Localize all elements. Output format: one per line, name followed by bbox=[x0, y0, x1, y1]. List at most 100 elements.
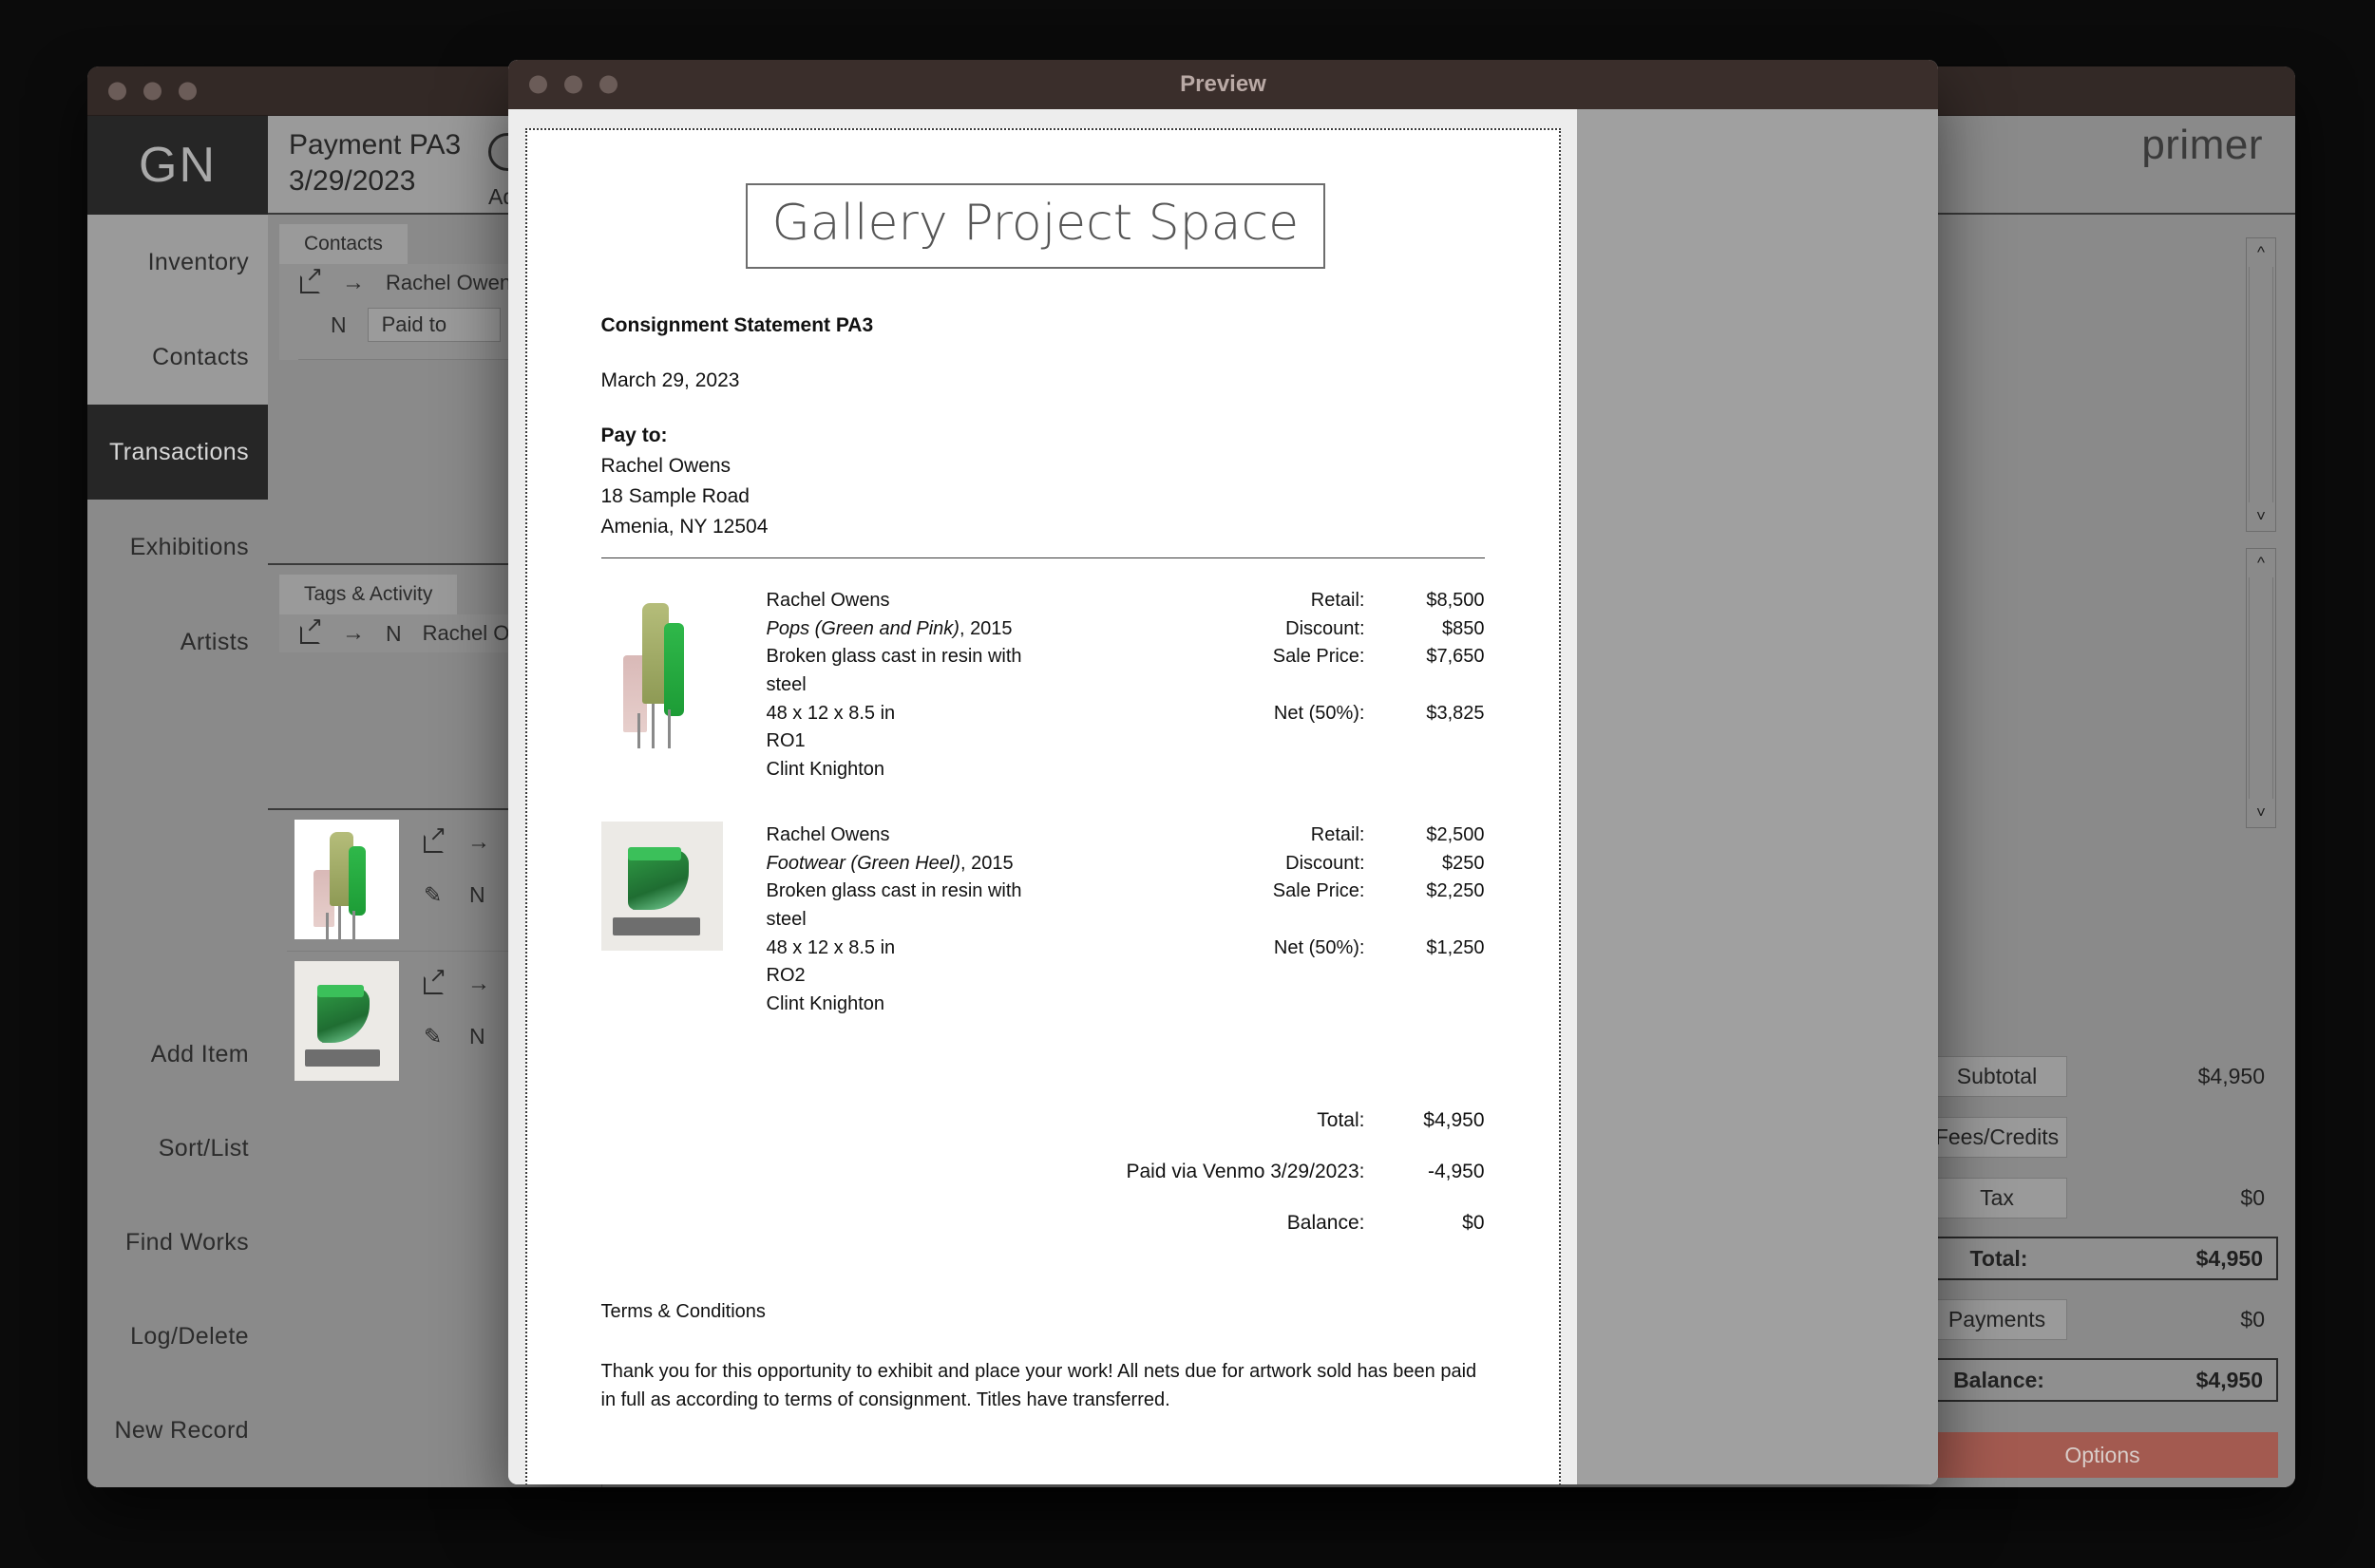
maximize-icon[interactable] bbox=[179, 82, 197, 100]
line-item-inventory-id: RO1 bbox=[766, 730, 806, 752]
price-values: $8,500 $850 $7,650 $3,825 bbox=[1394, 587, 1485, 784]
line-item: Rachel Owens Footwear (Green Heel), 2015… bbox=[600, 822, 1485, 1018]
scrollbar-lower[interactable]: ^ ˅ bbox=[2246, 548, 2276, 828]
brand-label: primer bbox=[2141, 122, 2263, 168]
totals-label[interactable]: Tax bbox=[1927, 1177, 2067, 1219]
arrow-right-icon: → bbox=[467, 829, 490, 855]
sidebar-item-transactions[interactable]: Transactions bbox=[87, 405, 268, 500]
document-total-row: Paid via Venmo 3/29/2023: -4,950 bbox=[601, 1161, 1485, 1183]
sidebar-item-artists[interactable]: Artists bbox=[87, 595, 268, 690]
divider bbox=[600, 557, 1485, 559]
edit-pencil-icon[interactable]: ✎ bbox=[424, 1025, 446, 1048]
document-total-row: Total: $4,950 bbox=[601, 1109, 1484, 1132]
scroll-down-icon[interactable]: ˅ bbox=[2247, 502, 2275, 531]
document-total-value: $0 bbox=[1462, 1212, 1485, 1235]
preview-titlebar: Preview bbox=[508, 60, 1938, 109]
price-value: $2,250 bbox=[1426, 880, 1485, 902]
scroll-down-icon[interactable]: ˅ bbox=[2247, 799, 2275, 827]
sidebar-item-exhibitions[interactable]: Exhibitions bbox=[87, 500, 268, 595]
arrow-right-icon: → bbox=[467, 971, 490, 996]
scroll-track[interactable] bbox=[2249, 267, 2273, 502]
sidebar-item-contacts[interactable]: Contacts bbox=[87, 310, 268, 405]
arrow-right-icon: → bbox=[342, 270, 365, 295]
screen: GN Inventory Contacts Transactions Exhib… bbox=[0, 0, 2375, 1568]
line-item-artist: Rachel Owens bbox=[766, 590, 890, 612]
sidebar-action-add-item[interactable]: Add Item bbox=[87, 1008, 268, 1102]
open-external-icon[interactable] bbox=[300, 264, 323, 293]
note-flag: N bbox=[331, 312, 347, 337]
line-item: Rachel Owens Pops (Green and Pink), 2015… bbox=[600, 587, 1485, 784]
open-external-icon[interactable] bbox=[424, 965, 446, 994]
sidebar-action-log-delete[interactable]: Log/Delete bbox=[87, 1290, 268, 1384]
line-item-medium: Broken glass cast in resin with steel bbox=[766, 880, 1022, 931]
line-item-year: 2015 bbox=[970, 617, 1013, 639]
options-button[interactable]: Options bbox=[1927, 1432, 2278, 1478]
line-item-title: Footwear (Green Heel) bbox=[766, 852, 961, 874]
sidebar-action-find-works[interactable]: Find Works bbox=[87, 1196, 268, 1290]
app-logo: GN bbox=[87, 116, 268, 215]
totals-label[interactable]: Payments bbox=[1927, 1298, 2067, 1340]
artwork-thumbnail[interactable] bbox=[294, 820, 399, 939]
price-value: $1,250 bbox=[1426, 936, 1485, 958]
minimize-icon[interactable] bbox=[143, 82, 162, 100]
totals-label: Balance: bbox=[1953, 1367, 2044, 1392]
statement-date: March 29, 2023 bbox=[600, 369, 740, 391]
totals-row-tax: Tax $0 bbox=[1927, 1176, 2278, 1219]
page-canvas: Gallery Project Space Consignment Statem… bbox=[508, 109, 1577, 1484]
price-labels: Retail: Discount: Sale Price: Net (50%): bbox=[1273, 822, 1365, 1018]
edit-pencil-icon[interactable]: ✎ bbox=[424, 883, 446, 907]
sidebar: GN Inventory Contacts Transactions Exhib… bbox=[87, 116, 268, 1487]
sidebar-action-sort-list[interactable]: Sort/List bbox=[87, 1102, 268, 1196]
scroll-up-icon[interactable]: ^ bbox=[2247, 549, 2275, 577]
scroll-track[interactable] bbox=[2249, 577, 2273, 799]
sidebar-spacer bbox=[87, 690, 268, 1008]
tab-contacts[interactable]: Contacts bbox=[279, 224, 408, 264]
pay-to-city: Amenia, NY 12504 bbox=[600, 515, 769, 538]
paid-to-field[interactable]: Paid to bbox=[367, 308, 501, 342]
scrollbar-upper[interactable]: ^ ˅ bbox=[2246, 237, 2276, 532]
totals-row-total: Total: $4,950 bbox=[1927, 1237, 2278, 1280]
terms-body: Thank you for this opportunity to exhibi… bbox=[600, 1361, 1477, 1411]
sidebar-item-label: Artists bbox=[180, 628, 249, 655]
maximize-icon[interactable] bbox=[599, 75, 618, 94]
open-external-icon[interactable] bbox=[300, 614, 323, 644]
sidebar-item-inventory[interactable]: Inventory bbox=[87, 215, 268, 310]
sidebar-action-new-record[interactable]: New Record bbox=[87, 1384, 268, 1478]
totals-value: $4,950 bbox=[2197, 1063, 2265, 1088]
close-icon[interactable] bbox=[529, 75, 547, 94]
line-item-artist: Rachel Owens bbox=[766, 824, 890, 846]
scroll-up-icon[interactable]: ^ bbox=[2247, 238, 2275, 267]
preview-window-controls[interactable] bbox=[529, 75, 618, 94]
terms-heading: Terms & Conditions bbox=[600, 1301, 766, 1323]
document-total-label: Paid via Venmo 3/29/2023: bbox=[1126, 1161, 1365, 1183]
sidebar-item-label: Transactions bbox=[109, 438, 249, 465]
note-flag: N bbox=[386, 620, 402, 646]
line-item-photographer: Clint Knighton bbox=[766, 758, 885, 780]
minimize-icon[interactable] bbox=[564, 75, 582, 94]
preview-window: Preview Gallery Project Space Consignmen… bbox=[508, 60, 1938, 1484]
line-item-description: Rachel Owens Footwear (Green Heel), 2015… bbox=[767, 822, 1023, 1018]
window-controls[interactable] bbox=[108, 82, 197, 100]
open-external-icon[interactable] bbox=[424, 823, 446, 853]
line-item-thumbnail bbox=[600, 822, 723, 1018]
line-item-thumbnail bbox=[600, 587, 723, 784]
price-label: Net (50%): bbox=[1273, 936, 1365, 958]
sidebar-nav: Inventory Contacts Transactions Exhibiti… bbox=[87, 215, 268, 690]
preview-body: Gallery Project Space Consignment Statem… bbox=[508, 109, 1938, 1484]
totals-value: $4,950 bbox=[2195, 1367, 2263, 1392]
artwork-thumbnail[interactable] bbox=[294, 961, 399, 1081]
line-item-dimensions: 48 x 12 x 8.5 in bbox=[766, 702, 896, 724]
totals-label[interactable]: Subtotal bbox=[1927, 1055, 2067, 1097]
line-item-dimensions: 48 x 12 x 8.5 in bbox=[766, 936, 896, 958]
document-total-value: -4,950 bbox=[1427, 1161, 1485, 1183]
tag-name: Rachel O bbox=[422, 621, 510, 645]
tab-tags-activity[interactable]: Tags & Activity bbox=[279, 575, 458, 614]
price-labels: Retail: Discount: Sale Price: Net (50%): bbox=[1273, 587, 1365, 784]
line-item-year-sep: , bbox=[960, 852, 972, 874]
totals-label[interactable]: Fees/Credits bbox=[1927, 1116, 2067, 1158]
close-icon[interactable] bbox=[108, 82, 126, 100]
price-value: $850 bbox=[1442, 617, 1485, 639]
sidebar-item-label: Inventory bbox=[147, 248, 249, 275]
price-label: Sale Price: bbox=[1272, 646, 1365, 668]
line-item-medium: Broken glass cast in resin with steel bbox=[766, 646, 1022, 695]
